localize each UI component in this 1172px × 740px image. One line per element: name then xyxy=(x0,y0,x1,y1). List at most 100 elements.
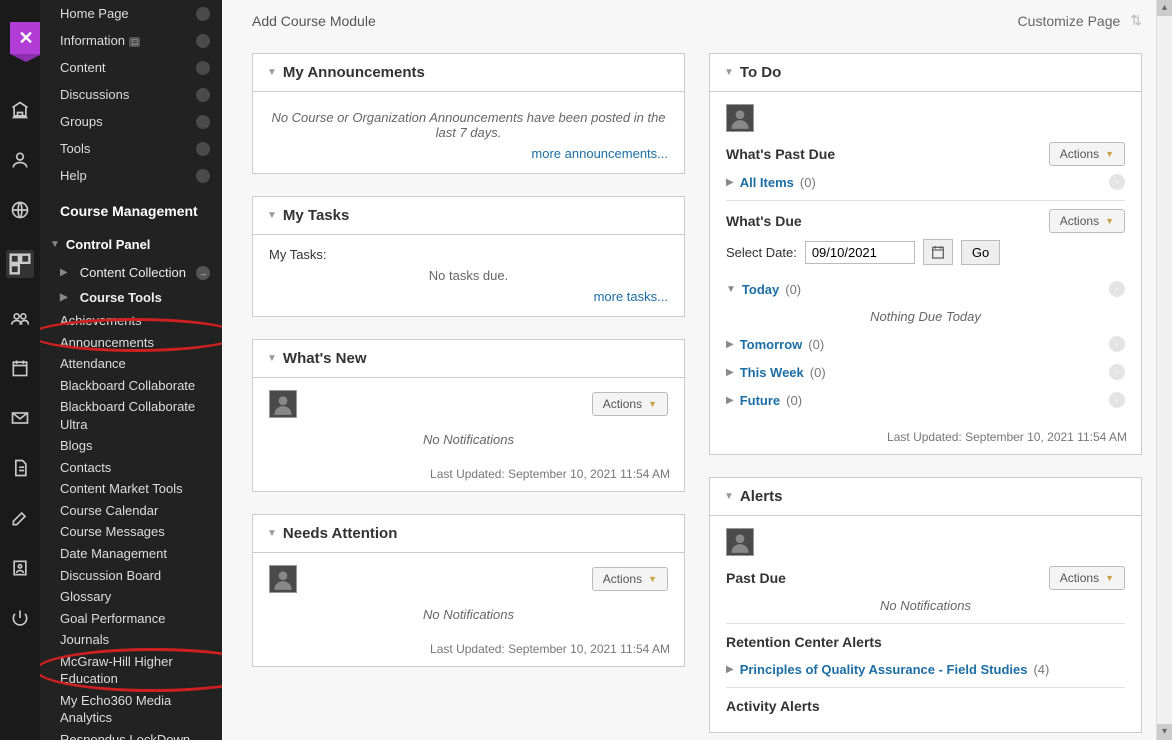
chevron-down-icon: ▶ xyxy=(60,292,68,303)
actions-label: Actions xyxy=(1060,571,1099,585)
dashboard-grid: ▼ My Announcements No Course or Organiza… xyxy=(222,53,1172,733)
mail-icon[interactable] xyxy=(10,408,30,428)
scroll-down-icon[interactable]: ▾ xyxy=(1157,724,1172,740)
edit-icon[interactable] xyxy=(10,508,30,528)
chevron-right-icon: ▶ xyxy=(726,177,734,188)
globe-icon[interactable] xyxy=(10,200,30,220)
dismiss-icon[interactable]: ◦ xyxy=(1109,281,1125,297)
divider xyxy=(726,200,1125,201)
sidebar-item-help[interactable]: Help xyxy=(40,162,222,189)
needs-attention-header[interactable]: ▼ Needs Attention xyxy=(253,515,684,553)
tool-achievements[interactable]: Achievements xyxy=(40,310,222,332)
activity-alerts-heading: Activity Alerts xyxy=(726,692,1125,720)
alerts-header[interactable]: ▼ Alerts xyxy=(710,478,1141,516)
tool-course-calendar[interactable]: Course Calendar xyxy=(40,500,222,522)
tool-discussion-board[interactable]: Discussion Board xyxy=(40,565,222,587)
whats-new-actions-button[interactable]: Actions▼ xyxy=(592,392,668,416)
close-menu-button[interactable]: ✕ xyxy=(10,22,42,54)
announcements-header[interactable]: ▼ My Announcements xyxy=(253,54,684,92)
reorder-icon[interactable]: ⇅ xyxy=(1130,12,1142,29)
this-week-row[interactable]: ▶This Week (0) ◦ xyxy=(726,358,1125,386)
calendar-icon[interactable] xyxy=(10,358,30,378)
menu-indicator-icon xyxy=(196,142,210,156)
tool-bb-collaborate-ultra[interactable]: Blackboard Collaborate Ultra xyxy=(40,396,222,435)
vertical-scrollbar[interactable]: ▴ ▾ xyxy=(1156,0,1172,740)
dashboard-icon[interactable] xyxy=(6,250,34,278)
this-week-count: (0) xyxy=(810,365,826,380)
tomorrow-row[interactable]: ▶Tomorrow (0) ◦ xyxy=(726,330,1125,358)
control-panel-heading[interactable]: ▼ Control Panel xyxy=(40,227,222,260)
date-input[interactable] xyxy=(805,241,915,264)
doc-icon[interactable] xyxy=(10,458,30,478)
tool-mcgraw-hill[interactable]: McGraw-Hill Higher Education xyxy=(40,651,222,690)
dismiss-icon[interactable]: ◦ xyxy=(1109,174,1125,190)
sidebar-item-content[interactable]: Content xyxy=(40,54,222,81)
today-row[interactable]: ▼Today (0) ◦ xyxy=(726,275,1125,303)
profile-icon[interactable] xyxy=(10,558,30,578)
tool-announcements[interactable]: Announcements xyxy=(40,332,222,354)
dismiss-icon[interactable]: ◦ xyxy=(1109,392,1125,408)
announcements-empty: No Course or Organization Announcements … xyxy=(269,104,668,146)
collapse-icon: ▼ xyxy=(267,210,277,221)
sidebar-item-label: Information xyxy=(60,33,125,48)
chevron-down-icon: ▼ xyxy=(1105,149,1114,159)
more-tasks-link[interactable]: more tasks... xyxy=(594,289,668,304)
go-button[interactable]: Go xyxy=(961,240,1000,265)
this-week-link: This Week xyxy=(740,365,804,380)
collapse-icon: ▼ xyxy=(724,67,734,78)
dismiss-icon[interactable]: ◦ xyxy=(1109,364,1125,380)
tool-glossary[interactable]: Glossary xyxy=(40,586,222,608)
power-icon[interactable] xyxy=(10,608,30,628)
all-items-row[interactable]: ▶All Items (0) ◦ xyxy=(726,168,1125,196)
chevron-down-icon: ▼ xyxy=(50,239,60,250)
sidebar-item-label: Content xyxy=(60,60,106,75)
sidebar-item-groups[interactable]: Groups xyxy=(40,108,222,135)
whats-new-header[interactable]: ▼ What's New xyxy=(253,340,684,378)
tool-echo360[interactable]: My Echo360 Media Analytics xyxy=(40,690,222,729)
sidebar-item-tools[interactable]: Tools xyxy=(40,135,222,162)
sidebar-item-information[interactable]: Information□ xyxy=(40,27,222,54)
tool-course-messages[interactable]: Course Messages xyxy=(40,521,222,543)
todo-header[interactable]: ▼ To Do xyxy=(710,54,1141,92)
tool-goal-performance[interactable]: Goal Performance xyxy=(40,608,222,630)
scroll-up-icon[interactable]: ▴ xyxy=(1157,0,1172,16)
retention-course-row[interactable]: ▶Principles of Quality Assurance - Field… xyxy=(726,656,1125,683)
tool-respondus[interactable]: Respondus LockDown Browser xyxy=(40,729,222,740)
divider xyxy=(726,687,1125,688)
alerts-actions-button[interactable]: Actions▼ xyxy=(1049,566,1125,590)
menu-indicator-icon xyxy=(196,61,210,75)
avatar-icon xyxy=(726,528,754,556)
tool-journals[interactable]: Journals xyxy=(40,629,222,651)
dismiss-icon[interactable]: ◦ xyxy=(1109,336,1125,352)
person-icon[interactable] xyxy=(10,150,30,170)
collapse-icon: ▼ xyxy=(267,67,277,78)
whats-due-actions-button[interactable]: Actions▼ xyxy=(1049,209,1125,233)
course-tools-row[interactable]: ▶Course Tools xyxy=(40,285,222,310)
topbar: Add Course Module Customize Page ⇅ xyxy=(222,0,1172,53)
card-title: Needs Attention xyxy=(283,525,397,542)
course-management-heading: Course Management xyxy=(40,189,222,227)
tool-contacts[interactable]: Contacts xyxy=(40,457,222,479)
past-due-actions-button[interactable]: Actions▼ xyxy=(1049,142,1125,166)
content-collection-row[interactable]: ▶Content Collection → xyxy=(40,260,222,285)
tool-date-management[interactable]: Date Management xyxy=(40,543,222,565)
more-announcements-link[interactable]: more announcements... xyxy=(531,146,668,161)
announcements-card: ▼ My Announcements No Course or Organiza… xyxy=(252,53,685,174)
tool-content-market[interactable]: Content Market Tools xyxy=(40,478,222,500)
control-panel-label: Control Panel xyxy=(66,237,151,252)
future-row[interactable]: ▶Future (0) ◦ xyxy=(726,386,1125,414)
group-icon[interactable] xyxy=(10,308,30,328)
tool-blogs[interactable]: Blogs xyxy=(40,435,222,457)
tasks-header[interactable]: ▼ My Tasks xyxy=(253,197,684,235)
sidebar-item-discussions[interactable]: Discussions xyxy=(40,81,222,108)
tool-attendance[interactable]: Attendance xyxy=(40,353,222,375)
whats-new-updated: Last Updated: September 10, 2021 11:54 A… xyxy=(253,463,684,491)
customize-page-link[interactable]: Customize Page xyxy=(1018,13,1121,29)
tool-bb-collaborate[interactable]: Blackboard Collaborate xyxy=(40,375,222,397)
avatar-icon xyxy=(269,565,297,593)
bank-icon[interactable] xyxy=(10,100,30,120)
sidebar-item-home[interactable]: Home Page xyxy=(40,0,222,27)
needs-actions-button[interactable]: Actions▼ xyxy=(592,567,668,591)
calendar-button[interactable] xyxy=(923,239,953,265)
add-course-module-link[interactable]: Add Course Module xyxy=(252,13,376,29)
